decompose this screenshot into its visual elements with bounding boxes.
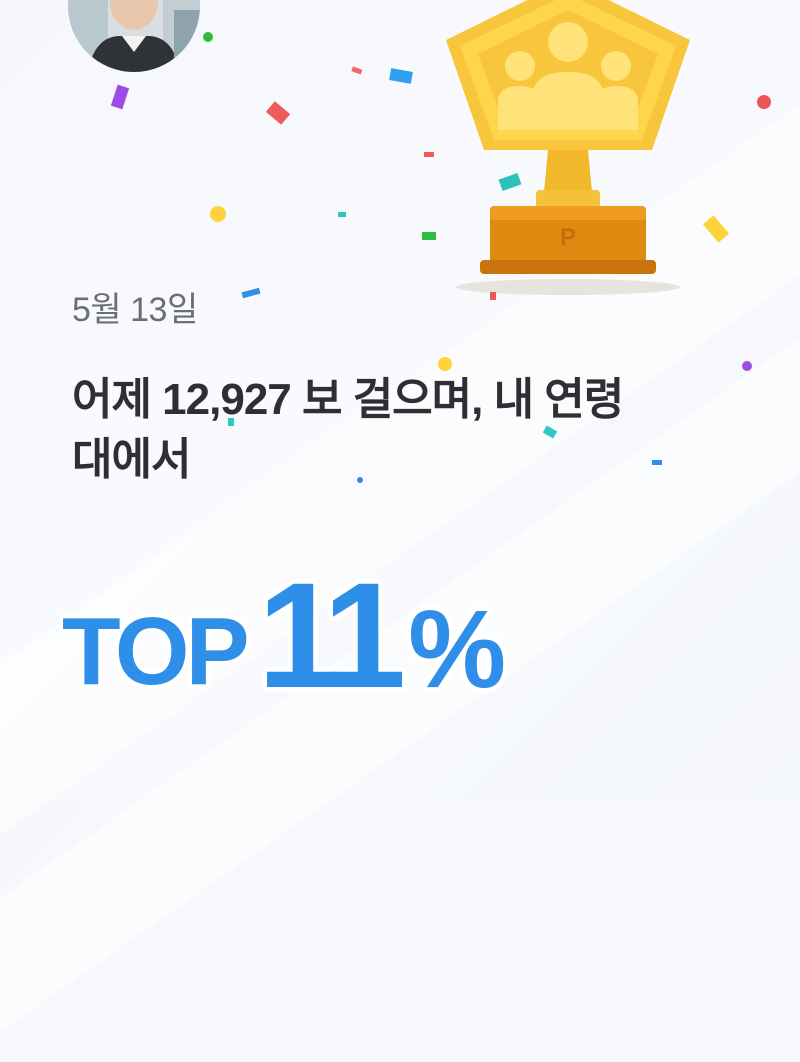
rank-prefix: TOP [62, 598, 250, 705]
rank-suffix: % [408, 588, 506, 711]
steps-headline: 어제 12,927 보 걸으며, 내 연령 대에서 [72, 370, 772, 490]
date-label: 5월 13일 [72, 291, 198, 329]
rank-value: 11 [257, 551, 407, 719]
rank-badge: TOP 11 % [62, 551, 506, 719]
headline-line-1: 어제 12,927 보 걸으며, 내 연령 [72, 375, 624, 424]
headline-line-2: 대에서 [72, 435, 191, 484]
